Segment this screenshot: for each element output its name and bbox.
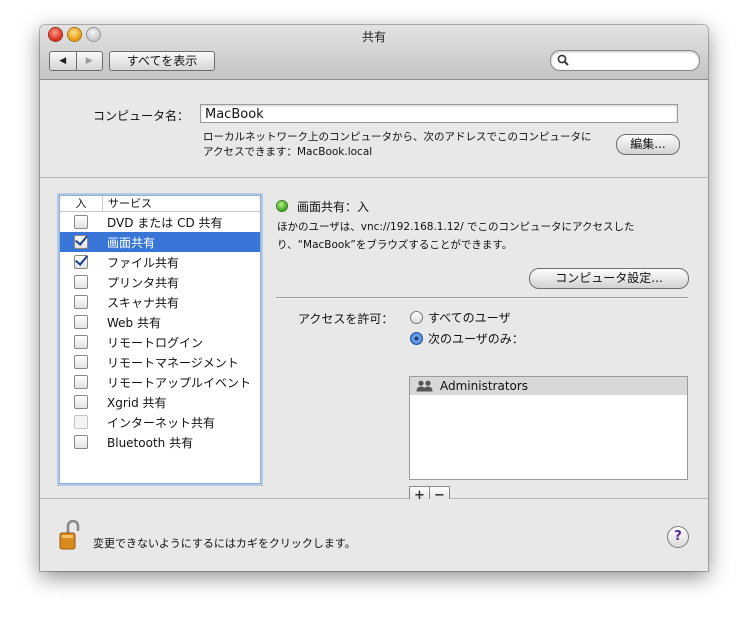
checkbox-cell	[60, 435, 102, 449]
service-checkbox[interactable]	[74, 295, 88, 309]
service-name: Web 共有	[107, 315, 161, 330]
table-row[interactable]: DVD または CD 共有	[60, 212, 260, 232]
nav-segment: ◀ ▶	[49, 51, 103, 71]
computer-name-label: コンピュータ名：	[93, 109, 190, 123]
checkbox-cell	[60, 335, 102, 349]
back-button[interactable]: ◀	[50, 52, 77, 70]
window-title: 共有	[361, 30, 386, 44]
search-icon	[557, 54, 569, 66]
service-list-header: 入 サービス	[60, 196, 260, 212]
service-checkbox[interactable]	[74, 335, 88, 349]
radio-only-users-label: 次のユーザのみ：	[428, 332, 524, 346]
checkbox-cell	[60, 215, 102, 229]
radio-all-users-label: すべてのユーザ	[428, 311, 511, 325]
title-bar: 共有 ◀ ▶ すべてを表示	[40, 25, 708, 80]
table-row[interactable]: スキャナ共有	[60, 292, 260, 312]
service-checkbox[interactable]	[74, 395, 88, 409]
service-checkbox	[74, 415, 88, 429]
checkbox-cell	[60, 315, 102, 329]
column-service[interactable]: サービス	[103, 196, 152, 211]
radio-all-users-control[interactable]	[410, 311, 423, 324]
lock-message: 変更できないようにするにはカギをクリックします。	[93, 537, 356, 550]
service-list[interactable]: 入 サービス DVD または CD 共有 画面共有ファイル共有 プリンタ共有 スキャナ…	[59, 195, 261, 484]
service-checkbox[interactable]	[74, 235, 88, 249]
table-row[interactable]: Xgrid 共有	[60, 392, 260, 412]
service-name: リモートマネージメント	[107, 355, 239, 370]
address-line-2: アクセスできます：MacBook.local	[203, 146, 373, 158]
checkbox-cell	[60, 295, 102, 309]
checkbox-cell	[60, 235, 102, 249]
service-name: プリンタ共有	[107, 275, 180, 290]
table-row[interactable]: リモートマネージメント	[60, 352, 260, 372]
services-panel: 入 サービス DVD または CD 共有 画面共有ファイル共有 プリンタ共有 スキャナ…	[40, 178, 708, 505]
forward-button[interactable]: ▶	[77, 52, 103, 70]
list-item[interactable]: Administrators	[410, 377, 687, 395]
service-name: 画面共有	[107, 235, 156, 250]
search-input[interactable]	[550, 50, 700, 71]
table-row[interactable]: リモートアップルイベント	[60, 372, 260, 392]
table-row[interactable]: Web 共有	[60, 312, 260, 332]
table-row[interactable]: ファイル共有	[60, 252, 260, 272]
checkbox-cell	[60, 275, 102, 289]
service-name: インターネット共有	[107, 415, 216, 430]
status-indicator-icon	[277, 201, 287, 211]
computer-settings-button[interactable]: コンピュータ設定...	[529, 268, 689, 289]
checkbox-cell	[60, 375, 102, 389]
table-row[interactable]: Bluetooth 共有	[60, 432, 260, 452]
service-name: ファイル共有	[107, 255, 180, 270]
address-description: ローカルネットワーク上のコンピュータから、次のアドレスでこのコンピュータに アク…	[203, 130, 613, 160]
checkbox-cell	[60, 395, 102, 409]
footer: 変更できないようにするにはカギをクリックします。 ?	[40, 499, 708, 571]
service-name: Xgrid 共有	[107, 395, 167, 410]
service-name: スキャナ共有	[107, 295, 180, 310]
service-checkbox[interactable]	[74, 255, 88, 269]
column-on[interactable]: 入	[60, 196, 103, 211]
service-checkbox[interactable]	[74, 355, 88, 369]
table-row[interactable]: 画面共有	[60, 232, 260, 252]
description-line-2: り、“MacBook”をブラウズすることができます。	[277, 239, 513, 251]
service-description: ほかのユーザは、vnc://192.168.1.12/ でこのコンピュータにアク…	[277, 218, 672, 254]
service-checkbox[interactable]	[74, 275, 88, 289]
service-name: Bluetooth 共有	[107, 435, 194, 450]
service-checkbox[interactable]	[74, 435, 88, 449]
lock-icon[interactable]	[59, 520, 81, 550]
user-name: Administrators	[440, 379, 529, 393]
table-row[interactable]: インターネット共有	[60, 412, 260, 432]
service-name: DVD または CD 共有	[107, 215, 223, 230]
service-checkbox[interactable]	[74, 215, 88, 229]
computer-name-panel: コンピュータ名： MacBook ローカルネットワーク上のコンピュータから、次の…	[40, 80, 708, 178]
help-button[interactable]: ?	[667, 526, 689, 548]
edit-button[interactable]: 編集...	[616, 134, 680, 155]
checkbox-cell	[60, 355, 102, 369]
description-line-1: ほかのユーザは、vnc://192.168.1.12/ でこのコンピュータにアク…	[277, 221, 635, 233]
service-name: リモートログイン	[107, 335, 204, 350]
checkbox-cell	[60, 415, 102, 429]
service-status: 画面共有：入	[297, 200, 370, 214]
address-line-1: ローカルネットワーク上のコンピュータから、次のアドレスでこのコンピュータに	[203, 131, 592, 143]
service-checkbox[interactable]	[74, 315, 88, 329]
preferences-window: 共有 ◀ ▶ すべてを表示 コンピュータ名： MacBook ローカルネットワー…	[40, 25, 708, 571]
computer-name-field[interactable]: MacBook	[200, 104, 678, 123]
service-name: リモートアップルイベント	[107, 375, 252, 390]
radio-only-users[interactable]: 次のユーザのみ：	[410, 330, 524, 347]
group-icon	[414, 380, 436, 392]
checkbox-cell	[60, 255, 102, 269]
radio-only-users-control[interactable]	[410, 332, 423, 345]
radio-all-users[interactable]: すべてのユーザ	[410, 309, 510, 326]
users-list[interactable]: Administrators	[409, 376, 688, 480]
show-all-button[interactable]: すべてを表示	[109, 51, 215, 71]
divider	[276, 297, 688, 299]
table-row[interactable]: プリンタ共有	[60, 272, 260, 292]
service-checkbox[interactable]	[74, 375, 88, 389]
access-label: アクセスを許可：	[298, 312, 394, 326]
table-row[interactable]: リモートログイン	[60, 332, 260, 352]
